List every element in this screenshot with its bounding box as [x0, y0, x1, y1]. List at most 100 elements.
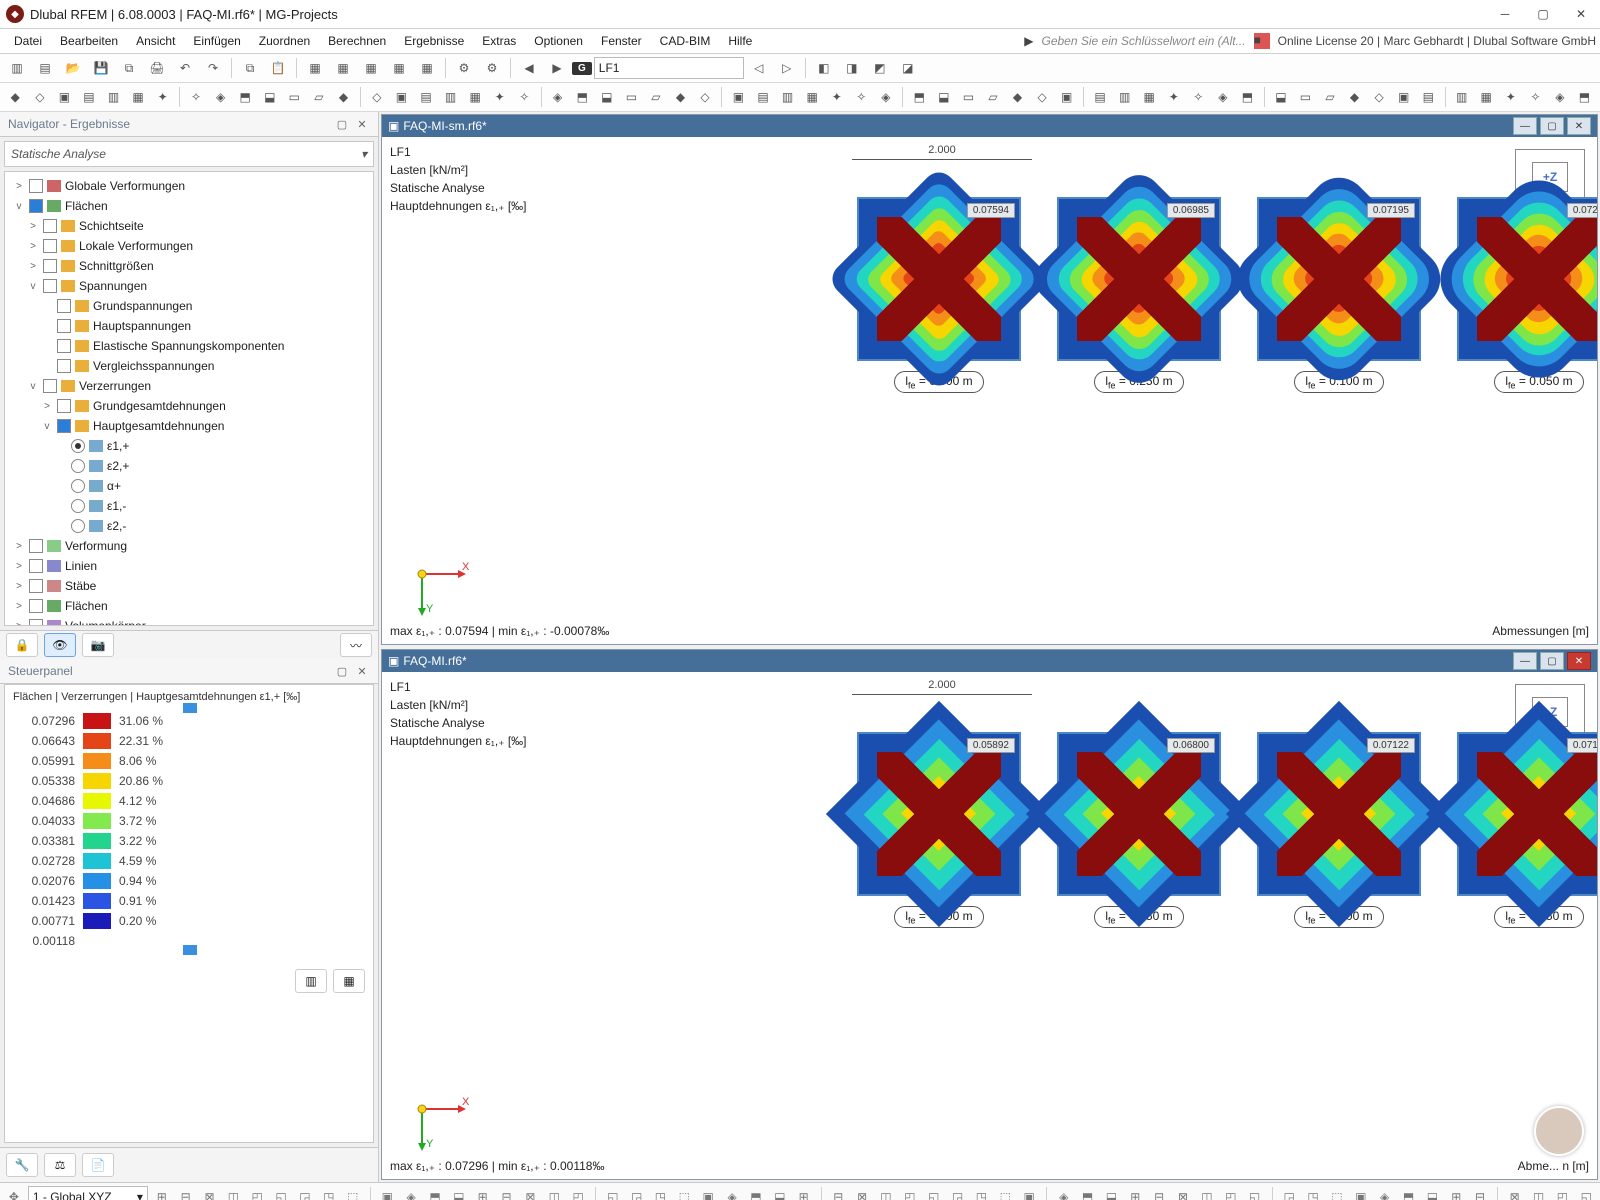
tb-next-icon[interactable]: ▶: [544, 55, 570, 81]
tb-r3-icon[interactable]: ◩: [867, 55, 893, 81]
tree-item[interactable]: >Grundgesamtdehnungen: [5, 396, 373, 416]
menu-fenster[interactable]: Fenster: [593, 32, 650, 50]
bt-41-icon[interactable]: ⊠: [1173, 1184, 1193, 1200]
tb2-40-icon[interactable]: ◇: [1031, 84, 1054, 110]
tb2-59-icon[interactable]: ✧: [1524, 84, 1547, 110]
tb2-38-icon[interactable]: ▱: [982, 84, 1005, 110]
bt-3-icon[interactable]: ◫: [223, 1184, 243, 1200]
bt-7-icon[interactable]: ◳: [319, 1184, 339, 1200]
bt-55-icon[interactable]: ◫: [1529, 1184, 1549, 1200]
bt-snap-icon[interactable]: ✥: [4, 1184, 24, 1200]
menu-zuordnen[interactable]: Zuordnen: [251, 32, 318, 50]
tb2-1-icon[interactable]: ◇: [29, 84, 52, 110]
nav-tab-4[interactable]: 〰: [340, 633, 372, 657]
window-close[interactable]: ✕: [1562, 0, 1600, 28]
tb2-46-icon[interactable]: ✧: [1187, 84, 1210, 110]
tree-item[interactable]: Vergleichsspannungen: [5, 356, 373, 376]
tb2-41-icon[interactable]: ▣: [1055, 84, 1078, 110]
tree-item[interactable]: >Schnittgrößen: [5, 256, 373, 276]
bt-48-icon[interactable]: ▣: [1351, 1184, 1371, 1200]
menu-einfuegen[interactable]: Einfügen: [185, 32, 248, 50]
menu-hilfe[interactable]: Hilfe: [720, 32, 760, 50]
tb2-39-icon[interactable]: ◆: [1006, 84, 1029, 110]
bt-24-icon[interactable]: ⬒: [746, 1184, 766, 1200]
bt-27-icon[interactable]: ⊟: [828, 1184, 848, 1200]
bt-8-icon[interactable]: ⬚: [343, 1184, 363, 1200]
panel-pin-icon[interactable]: ▢: [334, 116, 350, 132]
tb2-61-icon[interactable]: ⬒: [1573, 84, 1596, 110]
tb-undo-icon[interactable]: ↶: [172, 55, 198, 81]
tb2-53-icon[interactable]: ◇: [1368, 84, 1391, 110]
tb2-5-icon[interactable]: ▦: [127, 84, 150, 110]
bt-26-icon[interactable]: ⊞: [794, 1184, 814, 1200]
bt-2-icon[interactable]: ⊠: [200, 1184, 220, 1200]
tb2-58-icon[interactable]: ✦: [1500, 84, 1523, 110]
bt-6-icon[interactable]: ◲: [295, 1184, 315, 1200]
legend-btn-1[interactable]: ▥: [295, 969, 327, 993]
tb2-50-icon[interactable]: ▭: [1294, 84, 1317, 110]
mdi-min[interactable]: —: [1513, 117, 1537, 135]
tb2-3-icon[interactable]: ▤: [78, 84, 101, 110]
bt-14-icon[interactable]: ⊟: [497, 1184, 517, 1200]
mdi-close[interactable]: ✕: [1567, 652, 1591, 670]
tb-copy-icon[interactable]: ⧉: [237, 55, 263, 81]
tb2-26-icon[interactable]: ◆: [669, 84, 692, 110]
nav-tab-3[interactable]: 📷: [82, 633, 114, 657]
tb2-22-icon[interactable]: ⬒: [571, 84, 594, 110]
bt-34-icon[interactable]: ⬚: [995, 1184, 1015, 1200]
bt-28-icon[interactable]: ⊠: [852, 1184, 872, 1200]
tb2-29-icon[interactable]: ▤: [752, 84, 775, 110]
bt-20-icon[interactable]: ◳: [651, 1184, 671, 1200]
tb-calc2-icon[interactable]: ⚙: [479, 55, 505, 81]
tb-calc-icon[interactable]: ⚙: [451, 55, 477, 81]
menu-berechnen[interactable]: Berechnen: [320, 32, 394, 50]
model-canvas[interactable]: LF1Lasten [kN/m²]Statische AnalyseHauptd…: [382, 672, 1597, 1179]
tree-item[interactable]: >Lokale Verformungen: [5, 236, 373, 256]
bt-47-icon[interactable]: ⬚: [1327, 1184, 1347, 1200]
bt-0-icon[interactable]: ⊞: [152, 1184, 172, 1200]
tb-r1-icon[interactable]: ◧: [811, 55, 837, 81]
tree-item[interactable]: vSpannungen: [5, 276, 373, 296]
tb-x2-icon[interactable]: ▦: [330, 55, 356, 81]
tree-item[interactable]: ε1,+: [5, 436, 373, 456]
mdi-close[interactable]: ✕: [1567, 117, 1591, 135]
menu-ergebnisse[interactable]: Ergebnisse: [396, 32, 472, 50]
mdi-max[interactable]: ▢: [1540, 652, 1564, 670]
bt-18-icon[interactable]: ◱: [603, 1184, 623, 1200]
bt-25-icon[interactable]: ⬓: [770, 1184, 790, 1200]
tb-new2-icon[interactable]: ▤: [32, 55, 58, 81]
tree-item[interactable]: Hauptspannungen: [5, 316, 373, 336]
tb2-15-icon[interactable]: ▣: [390, 84, 413, 110]
tb2-55-icon[interactable]: ▤: [1417, 84, 1440, 110]
tb2-10-icon[interactable]: ⬓: [258, 84, 281, 110]
bt-23-icon[interactable]: ◈: [722, 1184, 742, 1200]
tree-item[interactable]: >Linien: [5, 556, 373, 576]
tree-item[interactable]: >Flächen: [5, 596, 373, 616]
tree-item[interactable]: >Volumenkörper: [5, 616, 373, 626]
bt-33-icon[interactable]: ◳: [971, 1184, 991, 1200]
bt-15-icon[interactable]: ⊠: [521, 1184, 541, 1200]
tb2-44-icon[interactable]: ▦: [1138, 84, 1161, 110]
tb2-12-icon[interactable]: ▱: [308, 84, 331, 110]
menu-bearbeiten[interactable]: Bearbeiten: [52, 32, 126, 50]
bt-1-icon[interactable]: ⊟: [176, 1184, 196, 1200]
mdi-titlebar[interactable]: ▣FAQ-MI-sm.rf6*—▢✕: [382, 115, 1597, 137]
bt-38-icon[interactable]: ⬓: [1102, 1184, 1122, 1200]
tb2-37-icon[interactable]: ▭: [957, 84, 980, 110]
bt-56-icon[interactable]: ◰: [1552, 1184, 1572, 1200]
tb2-31-icon[interactable]: ▦: [801, 84, 824, 110]
view-selector[interactable]: 1 - Global XYZ▾: [28, 1186, 148, 1200]
tb-lf-next-icon[interactable]: ▷: [774, 55, 800, 81]
tb-r4-icon[interactable]: ◪: [895, 55, 921, 81]
bt-39-icon[interactable]: ⊞: [1125, 1184, 1145, 1200]
tb2-47-icon[interactable]: ◈: [1212, 84, 1235, 110]
tb2-32-icon[interactable]: ✦: [825, 84, 848, 110]
bt-10-icon[interactable]: ◈: [401, 1184, 421, 1200]
window-minimize[interactable]: ─: [1486, 0, 1524, 28]
tree-item[interactable]: vFlächen: [5, 196, 373, 216]
bt-52-icon[interactable]: ⊞: [1446, 1184, 1466, 1200]
tb2-23-icon[interactable]: ⬓: [596, 84, 619, 110]
tb2-13-icon[interactable]: ◆: [332, 84, 355, 110]
tb2-57-icon[interactable]: ▦: [1475, 84, 1498, 110]
bt-9-icon[interactable]: ▣: [377, 1184, 397, 1200]
